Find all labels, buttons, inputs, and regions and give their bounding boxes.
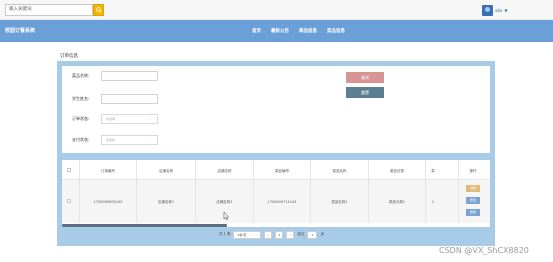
- nav-item-home[interactable]: 首页: [252, 28, 261, 34]
- cell-dish-more: 1: [431, 200, 435, 204]
- column-divider: [425, 160, 426, 223]
- student-name-input[interactable]: [101, 94, 158, 104]
- edit-button[interactable]: 修改: [466, 197, 480, 204]
- chevron-down-icon: ⌄: [150, 138, 153, 142]
- column-divider: [368, 160, 369, 223]
- column-divider: [195, 160, 196, 223]
- pay-status-label: 支付状态:: [72, 137, 90, 142]
- header-actions: 操作: [469, 169, 477, 173]
- prev-page-button[interactable]: <: [264, 230, 273, 239]
- search-button[interactable]: [93, 4, 104, 16]
- dish-name-label: 菜品名称:: [72, 73, 90, 78]
- chevron-down-icon: ⌄: [150, 117, 153, 121]
- search-icon: [95, 7, 102, 13]
- dish-name-input[interactable]: [101, 71, 158, 81]
- delete-button[interactable]: 删除: [466, 209, 480, 216]
- cell-shop-name-2: 店铺名称1: [216, 200, 233, 204]
- column-divider: [310, 160, 311, 223]
- chevron-down-icon: ⌄: [255, 232, 259, 237]
- order-status-label: 订单状态:: [72, 116, 90, 121]
- page-unit-label: 页: [320, 232, 324, 236]
- nav-item-announcements[interactable]: 最新公告: [271, 28, 289, 34]
- header-dish-more[interactable]: 菜: [426, 169, 440, 174]
- student-name-label: 学生姓名:: [72, 96, 90, 101]
- query-button[interactable]: 查询: [346, 72, 384, 83]
- header-dish-name[interactable]: 菜品名称: [311, 169, 368, 174]
- row-checkbox[interactable]: [67, 199, 71, 203]
- detail-button[interactable]: 详情: [466, 185, 480, 192]
- chevron-down-icon[interactable]: ▼: [504, 8, 507, 13]
- nav-item-products[interactable]: 商品信息: [299, 28, 317, 34]
- cell-dish-name: 菜品名称1: [331, 200, 348, 204]
- order-status-placeholder: 请选择: [106, 117, 116, 121]
- current-page[interactable]: 1: [275, 230, 284, 239]
- column-divider: [253, 160, 254, 223]
- avatar[interactable]: [482, 5, 493, 16]
- site-logo[interactable]: 校园订餐系统: [5, 27, 35, 34]
- orders-table: 订单编号 店铺名称 店铺名称 菜品编号 菜品名称 菜品分类 菜 操作 17000…: [62, 160, 490, 227]
- column-divider: [136, 160, 137, 223]
- header-dish-no[interactable]: 菜品编号: [254, 169, 310, 174]
- cell-order-no: 1700000000100: [93, 200, 123, 204]
- cell-dish-category: 菜品分类1: [388, 200, 406, 204]
- cell-dish-no: 1700000711104: [267, 200, 297, 204]
- pay-status-placeholder: 请选择: [106, 138, 116, 142]
- nav-item-dishes[interactable]: 菜品信息: [327, 28, 345, 34]
- pagination: 共 1 条 5条/页 ⌄ < 1 > 前往 1 页: [219, 230, 324, 239]
- goto-page-input[interactable]: 1: [307, 230, 318, 239]
- nav-menu: 首页 最新公告 商品信息 菜品信息: [252, 28, 345, 34]
- cursor-icon: [223, 212, 229, 220]
- nav-bar: 校园订餐系统 首页 最新公告 商品信息 菜品信息: [0, 20, 553, 42]
- header-shop-name[interactable]: 店铺名称: [137, 169, 195, 174]
- search-input[interactable]: 输入关键词: [5, 4, 93, 16]
- page-title: 订单信息: [60, 54, 78, 59]
- reset-button[interactable]: 重置: [346, 87, 384, 98]
- goto-label: 前往: [297, 232, 305, 236]
- order-status-select[interactable]: 请选择 ⌄: [101, 114, 158, 124]
- header-dish-category[interactable]: 菜品分类: [369, 169, 425, 174]
- header-shop-name-2[interactable]: 店铺名称: [196, 169, 253, 174]
- page-size-value: 5条/页: [237, 232, 247, 237]
- pay-status-select[interactable]: 请选择 ⌄: [101, 135, 158, 145]
- top-bar: 输入关键词 abo ▼: [0, 0, 553, 20]
- user-menu[interactable]: abo ▼: [482, 5, 508, 16]
- watermark: CSDN @VX_ShCX8820: [439, 246, 529, 255]
- user-name[interactable]: abo: [495, 8, 502, 13]
- header-order-no[interactable]: 订单编号: [80, 169, 136, 174]
- pagination-total: 共 1 条: [219, 232, 231, 236]
- horizontal-scrollbar[interactable]: [62, 224, 227, 227]
- select-all-checkbox[interactable]: [67, 168, 71, 172]
- page-size-select[interactable]: 5条/页 ⌄: [233, 230, 262, 239]
- cell-shop-name: 店铺名称1: [157, 200, 175, 204]
- column-divider: [79, 160, 80, 223]
- column-divider: [458, 160, 459, 223]
- next-page-button[interactable]: >: [286, 230, 295, 239]
